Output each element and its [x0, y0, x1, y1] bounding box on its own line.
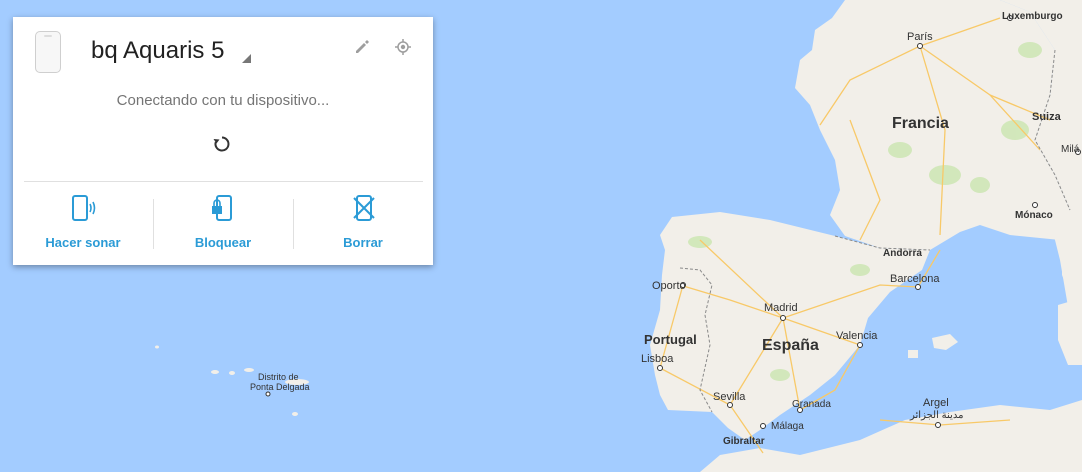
- ring-label: Hacer sonar: [45, 235, 121, 250]
- azores-island: [244, 368, 254, 372]
- label-gibraltar: Gibraltar: [723, 436, 765, 447]
- pencil-icon[interactable]: [353, 38, 371, 56]
- connection-status: Conectando con tu dispositivo...: [116, 92, 330, 109]
- label-lisboa: Lisboa: [641, 353, 674, 365]
- label-malaga: Málaga: [771, 421, 804, 432]
- label-ponta-delgada-1: Distrito de: [258, 372, 299, 382]
- label-valencia: Valencia: [836, 330, 878, 342]
- azores-island: [211, 370, 219, 374]
- ring-button[interactable]: Hacer sonar: [13, 182, 153, 262]
- label-argel: Argel: [923, 397, 949, 409]
- phone-thumbnail-icon: [35, 31, 61, 73]
- label-ponta-delgada-2: Ponta Delgada: [250, 382, 310, 392]
- label-monaco: Mónaco: [1015, 210, 1053, 221]
- erase-label: Borrar: [343, 235, 383, 250]
- dropdown-triangle-icon[interactable]: [242, 54, 251, 63]
- phone-lock-icon: [212, 195, 232, 221]
- label-mila: Milá: [1061, 144, 1080, 155]
- label-espana: España: [762, 337, 819, 354]
- azores-island: [229, 371, 235, 375]
- label-suiza: Suiza: [1032, 111, 1062, 123]
- phone-erase-icon: [353, 195, 375, 221]
- label-sevilla: Sevilla: [713, 391, 746, 403]
- azores-island: [155, 345, 159, 349]
- phone-ring-icon: [72, 195, 96, 221]
- device-name[interactable]: bq Aquaris 5: [91, 37, 224, 65]
- label-argel-arabic: مدينة الجزائر: [909, 410, 963, 421]
- label-portugal: Portugal: [644, 332, 697, 347]
- label-barcelona: Barcelona: [890, 273, 940, 285]
- label-andorra: Andorra: [883, 248, 922, 259]
- refresh-icon[interactable]: [212, 134, 232, 154]
- label-oporto: Oporto: [652, 280, 686, 292]
- lock-label: Bloquear: [194, 235, 252, 250]
- label-luxemburgo: Luxemburgo: [1002, 11, 1063, 22]
- locate-icon[interactable]: [394, 38, 412, 56]
- label-francia: Francia: [892, 115, 949, 132]
- erase-button[interactable]: Borrar: [293, 182, 433, 262]
- azores-island: [292, 412, 298, 416]
- label-granada: Granada: [792, 399, 831, 410]
- device-card: bq Aquaris 5 Conectando con tu dispositi…: [13, 17, 433, 265]
- label-paris: París: [907, 31, 933, 43]
- label-madrid: Madrid: [764, 302, 798, 314]
- lock-button[interactable]: Bloquear: [153, 182, 293, 262]
